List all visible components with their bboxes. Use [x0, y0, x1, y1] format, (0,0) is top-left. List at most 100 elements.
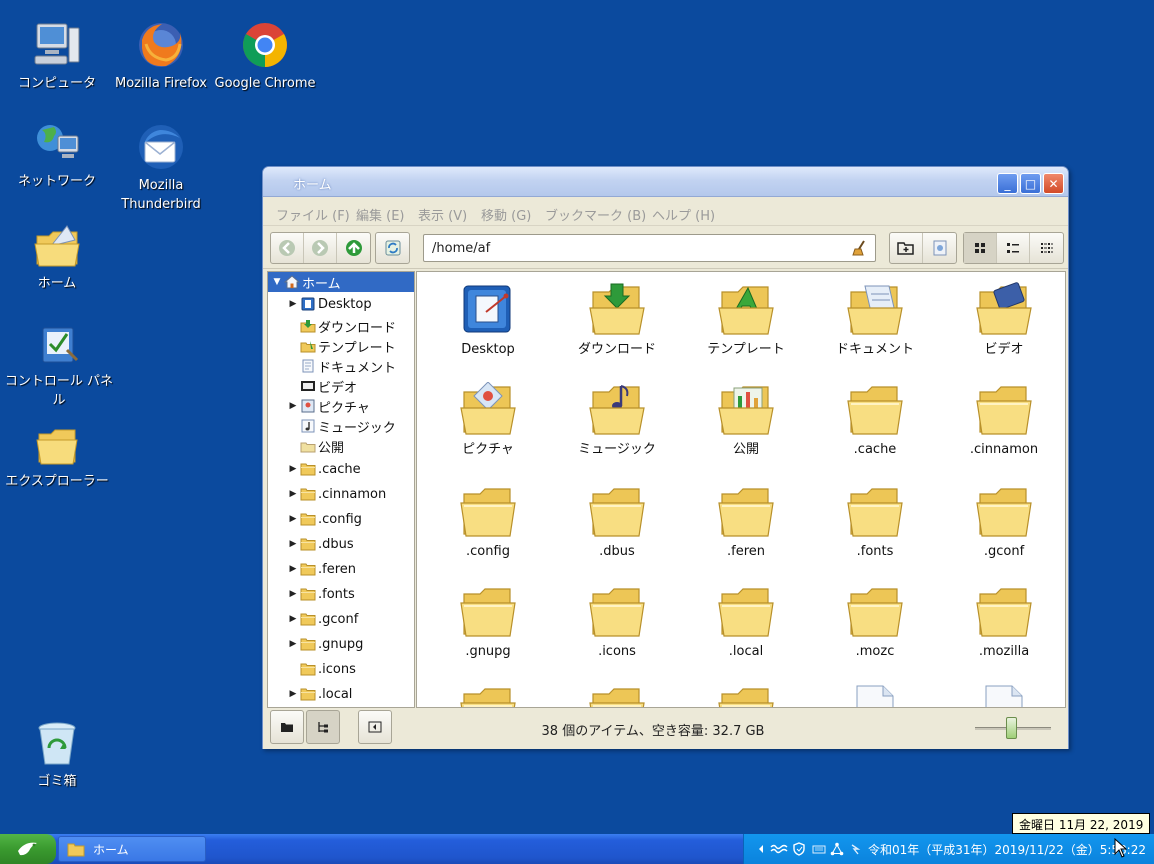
keyboard-icon[interactable] [812, 842, 826, 856]
desktop-icon-trash[interactable]: ゴミ箱 [2, 720, 112, 791]
expander-icon[interactable]: ▶ [288, 401, 298, 411]
sidebar-item[interactable]: ▶ .cache [268, 459, 414, 479]
file-item-partial[interactable] [428, 684, 548, 707]
wave-icon[interactable] [770, 842, 788, 856]
file-item[interactable]: .mozilla [944, 584, 1064, 659]
sidebar-item[interactable]: ▶ .local [268, 684, 414, 704]
zoom-slider[interactable] [975, 717, 1051, 739]
window-titlebar[interactable]: ホーム _ □ ✕ [263, 167, 1068, 197]
expander-icon[interactable]: ▶ [288, 614, 298, 624]
file-item[interactable]: ピクチャ [428, 382, 548, 457]
sidebar-item-home[interactable]: ▼ ホーム [268, 272, 414, 292]
sidebar-item[interactable]: ビデオ [268, 376, 414, 396]
expander-icon[interactable]: ▶ [288, 489, 298, 499]
sidebar-item[interactable]: ▶ .gnupg [268, 634, 414, 654]
expander-icon[interactable]: ▶ [288, 514, 298, 524]
show-places-button[interactable] [270, 710, 304, 744]
sidebar-item[interactable]: ▶ Desktop [268, 294, 414, 314]
show-tree-button[interactable] [306, 710, 340, 744]
file-item[interactable]: テンプレート [686, 282, 806, 357]
file-item[interactable]: .mozc [815, 584, 935, 659]
compact-view-button[interactable] [1030, 233, 1063, 263]
power-icon[interactable] [848, 842, 862, 856]
file-item[interactable]: .local [686, 584, 806, 659]
file-item[interactable]: ミュージック [557, 382, 677, 457]
properties-button[interactable] [923, 233, 956, 263]
file-item-partial[interactable] [815, 684, 935, 707]
sidebar-item[interactable]: ▶ .cinnamon [268, 484, 414, 504]
clear-broom-icon[interactable] [851, 239, 869, 257]
sidebar-item[interactable]: ダウンロード [268, 316, 414, 336]
sidebar-item[interactable]: ドキュメント [268, 356, 414, 376]
file-item[interactable]: Desktop [428, 282, 548, 357]
expander-icon[interactable]: ▼ [272, 277, 282, 287]
file-item-partial[interactable] [686, 684, 806, 707]
expander-icon[interactable]: ▶ [288, 539, 298, 549]
desktop-icon-control-panel[interactable]: コントロール パネル [4, 324, 114, 410]
desktop-icon-home[interactable]: ホーム [2, 222, 112, 293]
close-button[interactable]: ✕ [1043, 173, 1064, 194]
menu-go[interactable]: 移動 (G) [481, 205, 531, 224]
file-item[interactable]: .gconf [944, 484, 1064, 559]
file-item[interactable]: .feren [686, 484, 806, 559]
toggle-sidebar-button[interactable] [358, 710, 392, 744]
menu-view[interactable]: 表示 (V) [418, 205, 467, 224]
desktop-icon-chrome[interactable]: Google Chrome [210, 20, 320, 93]
file-item[interactable]: .cache [815, 382, 935, 457]
location-input[interactable] [424, 235, 844, 261]
icon-view-button[interactable] [964, 233, 997, 263]
file-item[interactable]: ビデオ [944, 282, 1064, 357]
sidebar-item[interactable]: ▶ .dbus [268, 534, 414, 554]
menu-file[interactable]: ファイル (F) [276, 205, 350, 224]
reload-button[interactable] [376, 233, 409, 263]
expander-icon[interactable]: ▶ [288, 589, 298, 599]
clock[interactable]: 令和01年（平成31年）2019/11/22（金）5:58:22 [868, 841, 1146, 858]
sidebar-item[interactable]: .icons [268, 659, 414, 679]
file-item[interactable]: 公開 [686, 382, 806, 457]
menu-bookmarks[interactable]: ブックマーク (B) [545, 205, 646, 224]
expander-icon[interactable]: ▶ [288, 689, 298, 699]
menu-help[interactable]: ヘルプ (H) [652, 205, 715, 224]
taskbar-window-home[interactable]: ホーム [58, 836, 206, 862]
sidebar-item[interactable]: ▶ .gconf [268, 609, 414, 629]
desktop-icon-firefox[interactable]: Mozilla Firefox [106, 20, 216, 93]
desktop-icon-computer[interactable]: コンピュータ [2, 20, 112, 93]
network-tray-icon[interactable] [830, 842, 844, 856]
file-item[interactable]: ダウンロード [557, 282, 677, 357]
file-item[interactable]: .dbus [557, 484, 677, 559]
forward-button[interactable] [304, 233, 337, 263]
file-item[interactable]: .gnupg [428, 584, 548, 659]
menu-edit[interactable]: 編集 (E) [356, 205, 405, 224]
expander-icon[interactable]: ▶ [288, 564, 298, 574]
sidebar-item[interactable]: ▶ .feren [268, 559, 414, 579]
desktop-icon-thunderbird[interactable]: Mozilla Thunderbird [106, 122, 216, 214]
start-button[interactable] [0, 834, 56, 864]
expander-icon[interactable]: ▶ [288, 464, 298, 474]
file-item[interactable]: .config [428, 484, 548, 559]
file-item[interactable]: ドキュメント [815, 282, 935, 357]
file-item-partial[interactable] [557, 684, 677, 707]
shield-icon[interactable] [792, 842, 806, 856]
location-bar[interactable] [423, 234, 876, 262]
sidebar-item[interactable]: ▶ .config [268, 509, 414, 529]
zoom-slider-thumb[interactable] [1006, 717, 1017, 739]
desktop-icon-network[interactable]: ネットワーク [2, 122, 112, 191]
back-button[interactable] [271, 233, 304, 263]
tray-expand-icon[interactable] [754, 842, 768, 856]
up-button[interactable] [337, 233, 370, 263]
sidebar-item[interactable]: ▶ .fonts [268, 584, 414, 604]
new-folder-button[interactable] [890, 233, 923, 263]
expander-icon[interactable]: ▶ [288, 299, 298, 309]
file-item[interactable]: .cinnamon [944, 382, 1064, 457]
file-item[interactable]: .icons [557, 584, 677, 659]
maximize-button[interactable]: □ [1020, 173, 1041, 194]
sidebar-item[interactable]: ▶ ピクチャ [268, 396, 414, 416]
file-item[interactable]: .fonts [815, 484, 935, 559]
sidebar-item[interactable]: 公開 [268, 436, 414, 456]
sidebar-item[interactable]: ミュージック [268, 416, 414, 436]
list-view-button[interactable] [997, 233, 1030, 263]
sidebar-item[interactable]: テンプレート [268, 336, 414, 356]
desktop-icon-explorer[interactable]: エクスプローラー [2, 424, 112, 491]
minimize-button[interactable]: _ [997, 173, 1018, 194]
file-item-partial[interactable] [944, 684, 1064, 707]
